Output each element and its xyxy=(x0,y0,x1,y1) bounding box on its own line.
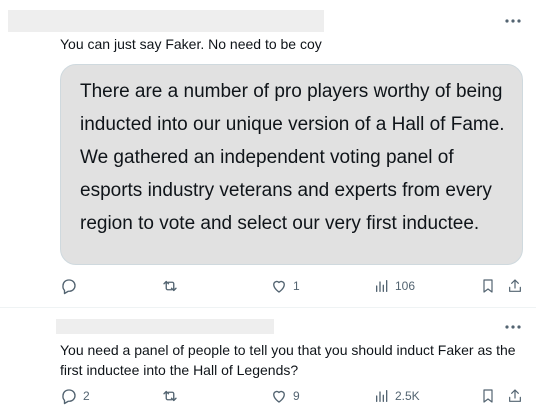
repost-button[interactable] xyxy=(160,276,185,296)
bookmark-icon xyxy=(480,277,496,295)
views-button[interactable]: 2.5K xyxy=(374,386,420,406)
like-button[interactable]: 9 xyxy=(270,386,300,406)
reply-text: You need a panel of people to tell you t… xyxy=(60,342,516,378)
quoted-text-box: There are a number of pro players worthy… xyxy=(60,64,523,265)
reply-text: You can just say Faker. No need to be co… xyxy=(60,36,322,52)
reply-post-2[interactable]: You need a panel of people to tell you t… xyxy=(0,307,536,414)
more-options-icon[interactable] xyxy=(504,324,522,334)
action-bar: 2 9 2.5K xyxy=(60,386,526,406)
reply-button[interactable] xyxy=(60,276,83,296)
bookmark-icon xyxy=(480,387,496,405)
share-button[interactable] xyxy=(507,386,523,406)
more-options-icon[interactable] xyxy=(504,18,522,28)
redacted-author-header xyxy=(8,10,324,32)
redacted-author-header xyxy=(56,319,274,334)
like-count: 9 xyxy=(293,389,300,403)
reply-icon xyxy=(60,277,78,295)
share-button[interactable] xyxy=(507,276,523,296)
heart-icon xyxy=(270,277,288,295)
reply-count: 2 xyxy=(83,389,90,403)
reply-post-1[interactable]: You can just say Faker. No need to be co… xyxy=(0,0,536,307)
views-icon xyxy=(374,388,390,404)
bookmark-button[interactable] xyxy=(480,386,496,406)
action-bar: 1 106 xyxy=(60,276,526,296)
reply-button[interactable]: 2 xyxy=(60,386,90,406)
share-icon xyxy=(507,387,523,405)
share-icon xyxy=(507,277,523,295)
views-count: 106 xyxy=(395,279,416,293)
like-count: 1 xyxy=(293,279,300,293)
views-count: 2.5K xyxy=(395,389,420,403)
bookmark-button[interactable] xyxy=(480,276,496,296)
heart-icon xyxy=(270,387,288,405)
views-button[interactable]: 106 xyxy=(374,276,415,296)
repost-button[interactable] xyxy=(160,386,185,406)
like-button[interactable]: 1 xyxy=(270,276,300,296)
repost-icon xyxy=(160,277,180,295)
views-icon xyxy=(374,278,390,294)
reply-icon xyxy=(60,387,78,405)
repost-icon xyxy=(160,387,180,405)
